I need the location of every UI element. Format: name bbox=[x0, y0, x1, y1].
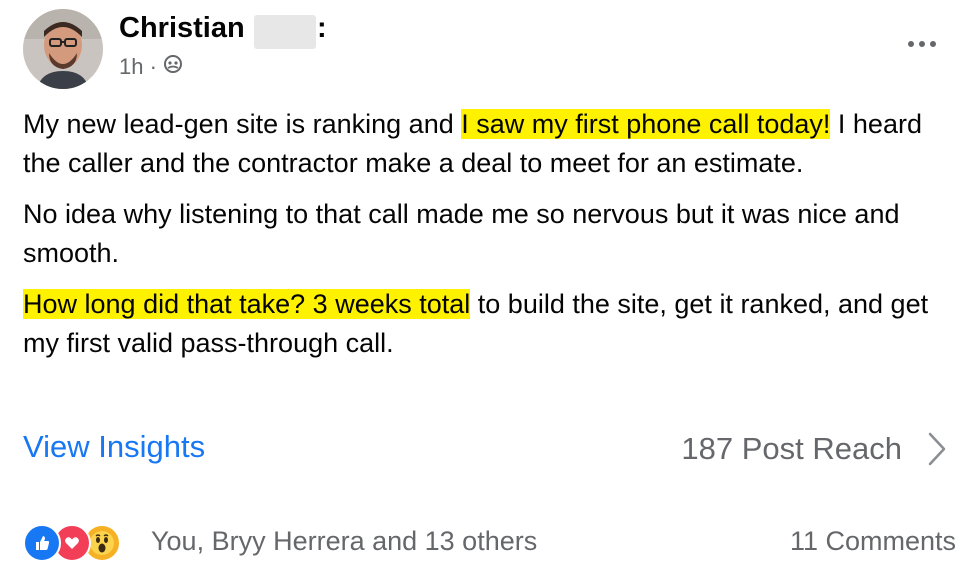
chevron-right-icon[interactable] bbox=[924, 431, 950, 472]
dot-icon bbox=[930, 41, 936, 47]
post-paragraph: My new lead-gen site is ranking and I sa… bbox=[23, 105, 953, 183]
author-avatar[interactable] bbox=[23, 9, 103, 89]
view-insights-link[interactable]: View Insights bbox=[23, 429, 205, 465]
comments-count[interactable]: 11 Comments bbox=[790, 526, 956, 557]
paragraph-text: No idea why listening to that call made … bbox=[23, 199, 900, 268]
highlighted-text: I saw my first phone call today! bbox=[461, 109, 831, 139]
author-name-suffix: : bbox=[317, 12, 327, 44]
more-options-button[interactable] bbox=[902, 32, 942, 56]
post-paragraph: No idea why listening to that call made … bbox=[23, 195, 953, 273]
post-paragraph: How long did that take? 3 weeks total to… bbox=[23, 285, 953, 363]
reactions-summary[interactable]: You, Bryy Herrera and 13 others bbox=[151, 526, 537, 557]
paragraph-text: My new lead-gen site is ranking and bbox=[23, 109, 462, 139]
author-name[interactable]: Christian bbox=[119, 12, 245, 45]
dot-icon bbox=[908, 41, 914, 47]
highlighted-text: How long did that take? 3 weeks total bbox=[23, 289, 471, 319]
redacted-surname bbox=[254, 15, 316, 49]
post-meta: 1h · bbox=[119, 54, 183, 80]
friends-icon[interactable] bbox=[163, 54, 183, 80]
avatar-photo bbox=[23, 9, 103, 89]
reaction-icons[interactable] bbox=[23, 524, 121, 562]
post-timestamp[interactable]: 1h · bbox=[119, 54, 157, 80]
post-body: My new lead-gen site is ranking and I sa… bbox=[23, 105, 953, 375]
like-icon bbox=[23, 524, 61, 562]
post-reach[interactable]: 187 Post Reach bbox=[681, 431, 902, 467]
dot-icon bbox=[919, 41, 925, 47]
feed-post: Christian : 1h · My new lead-gen site is… bbox=[0, 0, 972, 572]
